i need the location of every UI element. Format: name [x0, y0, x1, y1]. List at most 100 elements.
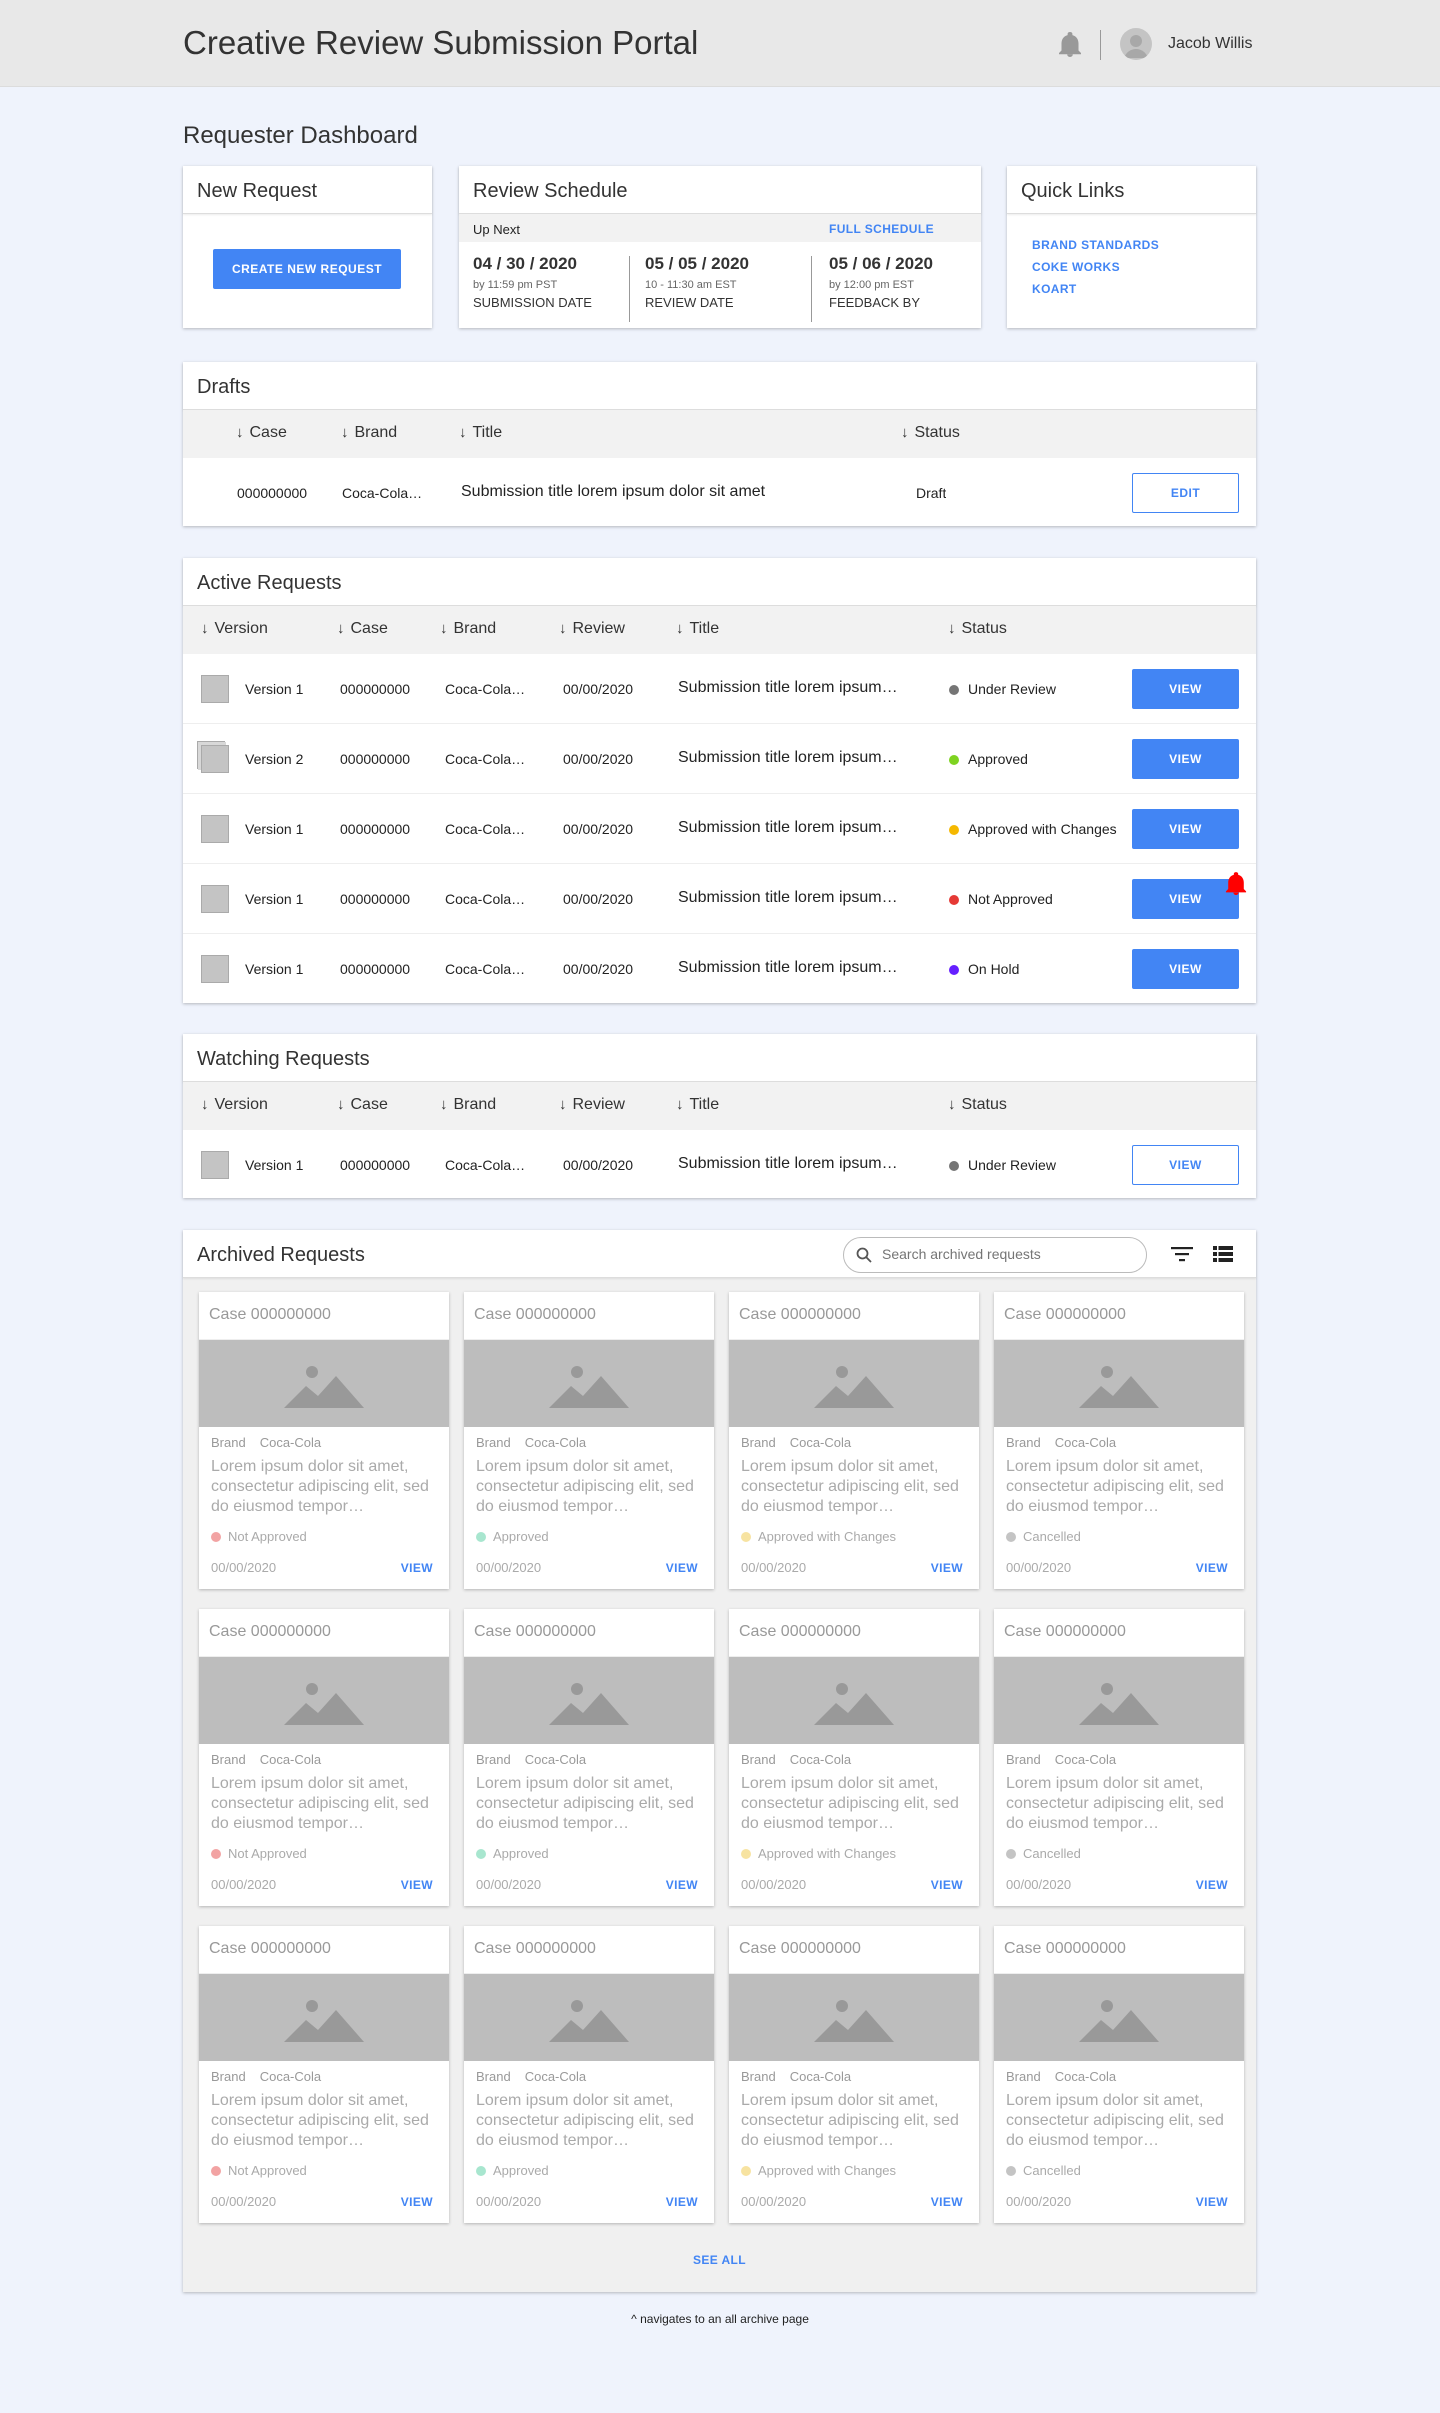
column-header-status[interactable]: ↓ Status: [948, 620, 1007, 638]
card-view-link[interactable]: VIEW: [666, 2195, 698, 2209]
column-header-version[interactable]: ↓ Version: [201, 620, 268, 638]
archived-requests-title: Archived Requests: [197, 1244, 365, 1266]
see-all-link[interactable]: SEE ALL: [183, 2253, 1256, 2267]
brand-label: Brand: [476, 2069, 511, 2084]
card-status: Cancelled: [1006, 1529, 1081, 1544]
schedule-divider: [629, 256, 630, 322]
status-dot: [1006, 1849, 1016, 1859]
notification-bell-icon[interactable]: [1225, 872, 1247, 896]
cell-case: 000000000: [340, 961, 411, 977]
column-label: Version: [214, 1096, 268, 1113]
filter-icon[interactable]: [1171, 1245, 1193, 1263]
arrow-down-icon: ↓: [459, 424, 467, 441]
archive-card[interactable]: Case 000000000 Brand Coca-Cola Lorem ipsum …: [729, 1609, 979, 1906]
card-view-link[interactable]: VIEW: [666, 1561, 698, 1575]
view-button[interactable]: VIEW: [1132, 739, 1239, 779]
column-header-title[interactable]: ↓ Title: [676, 620, 719, 638]
user-name[interactable]: Jacob Willis: [1168, 35, 1252, 53]
column-header-brand[interactable]: ↓ Brand: [440, 620, 496, 638]
schedule-divider: [811, 256, 812, 322]
status-dot: [949, 825, 959, 835]
archive-card[interactable]: Case 000000000 Brand Coca-Cola Lorem ipsum …: [994, 1926, 1244, 2223]
archive-card[interactable]: Case 000000000 Brand Coca-Cola Lorem ipsum …: [464, 1292, 714, 1589]
column-header-status[interactable]: ↓ Status: [901, 424, 960, 442]
status-label: Not Approved: [228, 1529, 307, 1544]
brand-label: Brand: [211, 1435, 246, 1450]
card-view-link[interactable]: VIEW: [401, 1561, 433, 1575]
card-view-link[interactable]: VIEW: [1196, 1878, 1228, 1892]
list-view-icon[interactable]: [1213, 1245, 1233, 1263]
archive-card[interactable]: Case 000000000 Brand Coca-Cola Lorem ipsum …: [199, 1926, 449, 2223]
edit-button[interactable]: EDIT: [1132, 473, 1239, 513]
column-header-review[interactable]: ↓ Review: [559, 620, 625, 638]
cell-title: Submission title lorem ipsum…: [678, 889, 898, 906]
table-row[interactable]: Version 2 000000000 Coca-Cola… 00/00/202…: [183, 724, 1256, 794]
card-case-number: Case 000000000: [729, 1609, 979, 1657]
card-view-link[interactable]: VIEW: [931, 1561, 963, 1575]
card-description: Lorem ipsum dolor sit amet, consectetur …: [476, 2092, 694, 2149]
card-status: Approved: [476, 2163, 549, 2178]
review-schedule-title: Review Schedule: [459, 166, 981, 214]
archive-card[interactable]: Case 000000000 Brand Coca-Cola Lorem ipsum …: [199, 1609, 449, 1906]
archive-card[interactable]: Case 000000000 Brand Coca-Cola Lorem ipsum …: [994, 1609, 1244, 1906]
archive-card[interactable]: Case 000000000 Brand Coca-Cola Lorem ipsum …: [729, 1926, 979, 2223]
column-header-case[interactable]: ↓ Case: [337, 620, 388, 638]
create-new-request-button[interactable]: CREATE NEW REQUEST: [213, 249, 401, 289]
archive-card[interactable]: Case 000000000 Brand Coca-Cola Lorem ipsum …: [464, 1609, 714, 1906]
view-button[interactable]: VIEW: [1132, 809, 1239, 849]
view-button[interactable]: VIEW: [1132, 1145, 1239, 1185]
cell-title: Submission title lorem ipsum…: [678, 749, 898, 766]
card-view-link[interactable]: VIEW: [666, 1878, 698, 1892]
table-row[interactable]: Version 1 000000000 Coca-Cola… 00/00/202…: [183, 794, 1256, 864]
watching-requests-card: Watching Requests ↓ Version ↓ Case ↓ Brand …: [183, 1034, 1256, 1198]
brand-label: Brand: [476, 1435, 511, 1450]
archive-card[interactable]: Case 000000000 Brand Coca-Cola Lorem ipsum …: [994, 1292, 1244, 1589]
avatar[interactable]: [1120, 28, 1152, 60]
new-request-title: New Request: [183, 166, 432, 214]
search-box[interactable]: [843, 1237, 1147, 1273]
quick-link-coke-works[interactable]: COKE WORKS: [1032, 260, 1120, 274]
column-header-case[interactable]: ↓ Case: [236, 424, 287, 442]
card-status: Not Approved: [211, 1846, 307, 1861]
column-header-version[interactable]: ↓ Version: [201, 1096, 268, 1114]
card-view-link[interactable]: VIEW: [401, 2195, 433, 2209]
column-header-brand[interactable]: ↓ Brand: [341, 424, 397, 442]
view-button[interactable]: VIEW: [1132, 949, 1239, 989]
archive-card[interactable]: Case 000000000 Brand Coca-Cola Lorem ipsum …: [729, 1292, 979, 1589]
card-thumbnail: [464, 1974, 714, 2061]
quick-link-brand-standards[interactable]: BRAND STANDARDS: [1032, 238, 1159, 252]
card-date: 00/00/2020: [1006, 1560, 1072, 1575]
table-row[interactable]: Version 1 000000000 Coca-Cola… 00/00/202…: [183, 864, 1256, 934]
column-header-case[interactable]: ↓ Case: [337, 1096, 388, 1114]
column-header-brand[interactable]: ↓ Brand: [440, 1096, 496, 1114]
full-schedule-link[interactable]: FULL SCHEDULE: [829, 222, 934, 236]
cell-status: Approved with Changes: [968, 821, 1117, 837]
card-status: Not Approved: [211, 2163, 307, 2178]
schedule-time: by 12:00 pm EST: [829, 279, 914, 291]
quick-link-koart[interactable]: KOART: [1032, 282, 1077, 296]
card-brand: Brand Coca-Cola: [211, 1435, 321, 1450]
column-header-review[interactable]: ↓ Review: [559, 1096, 625, 1114]
card-status: Approved with Changes: [741, 1529, 896, 1544]
drafts-card: Drafts ↓ Case ↓ Brand ↓ Title ↓ Status 00000…: [183, 362, 1256, 526]
archive-card[interactable]: Case 000000000 Brand Coca-Cola Lorem ipsum …: [464, 1926, 714, 2223]
archive-card[interactable]: Case 000000000 Brand Coca-Cola Lorem ipsum …: [199, 1292, 449, 1589]
table-row[interactable]: Version 1 000000000 Coca-Cola… 00/00/202…: [183, 654, 1256, 724]
cell-brand: Coca-Cola…: [445, 821, 526, 837]
table-row[interactable]: Version 1 000000000 Coca-Cola… 00/00/202…: [183, 1130, 1256, 1200]
search-input[interactable]: [882, 1246, 1132, 1262]
table-header: ↓ Case ↓ Brand ↓ Title ↓ Status: [183, 410, 1256, 458]
column-header-status[interactable]: ↓ Status: [948, 1096, 1007, 1114]
bell-icon[interactable]: [1058, 32, 1082, 58]
card-view-link[interactable]: VIEW: [931, 1878, 963, 1892]
column-header-title[interactable]: ↓ Title: [459, 424, 502, 442]
card-case-number: Case 000000000: [199, 1926, 449, 1974]
view-button[interactable]: VIEW: [1132, 669, 1239, 709]
card-view-link[interactable]: VIEW: [401, 1878, 433, 1892]
card-view-link[interactable]: VIEW: [1196, 1561, 1228, 1575]
view-button[interactable]: VIEW: [1132, 879, 1239, 919]
card-view-link[interactable]: VIEW: [931, 2195, 963, 2209]
card-view-link[interactable]: VIEW: [1196, 2195, 1228, 2209]
table-row[interactable]: Version 1 000000000 Coca-Cola… 00/00/202…: [183, 934, 1256, 1004]
column-header-title[interactable]: ↓ Title: [676, 1096, 719, 1114]
